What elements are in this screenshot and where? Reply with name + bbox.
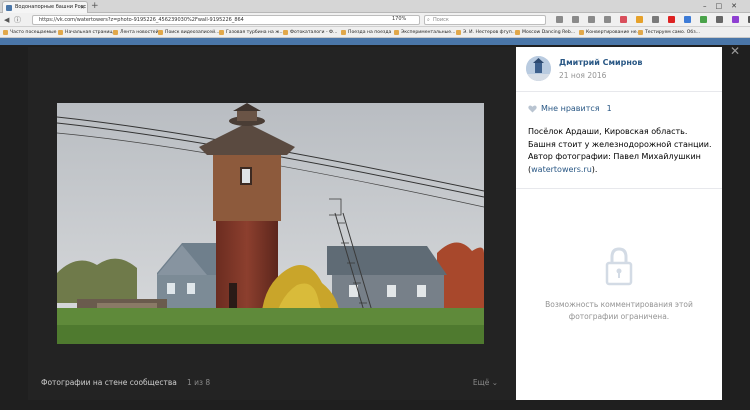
like-button[interactable]: Мне нравится 1 xyxy=(528,104,612,113)
browser-tab-bar: Водонапорные башни Росс ✕ + –□✕ xyxy=(0,0,750,13)
vk-favicon-icon xyxy=(6,5,12,11)
bookmark-item[interactable]: Поиск видеозаписей... xyxy=(158,28,219,37)
bookmark-item[interactable]: Moscow Dancing Reb... xyxy=(515,28,575,37)
addon-icon[interactable] xyxy=(716,16,723,23)
extension-icon[interactable] xyxy=(636,16,643,23)
heart-icon xyxy=(528,104,537,113)
like-count: 1 xyxy=(606,104,612,113)
bookmarks-bar: Часто посещаемые Начальная страница Лент… xyxy=(0,27,750,38)
bookmark-item[interactable]: Лента новостей xyxy=(113,28,159,37)
sync-icon[interactable] xyxy=(684,16,691,23)
description-line: Башня стоит у железнодорожной станции. xyxy=(528,139,712,149)
browser-tab[interactable]: Водонапорные башни Росс ✕ xyxy=(2,1,88,13)
toolbar-icons xyxy=(556,16,750,25)
bookmark-item[interactable]: Газовая турбина на ж... xyxy=(219,28,284,37)
reader-icon[interactable] xyxy=(572,16,579,23)
window-controls[interactable]: –□✕ xyxy=(703,0,746,12)
album-caption-link[interactable]: Фотографии на стене сообщества xyxy=(41,378,177,387)
author-name[interactable]: Дмитрий Смирнов xyxy=(559,58,642,67)
description-line: (watertowers.ru). xyxy=(528,164,714,177)
new-tab-icon[interactable]: + xyxy=(91,0,99,12)
avatar-image xyxy=(526,56,551,81)
browser-nav-bar: ◀ ⓘ https://vk.com/watertowers?z=photo-9… xyxy=(0,13,750,27)
address-bar[interactable]: https://vk.com/watertowers?z=photo-91952… xyxy=(32,15,420,25)
search-icon: ⌕ xyxy=(427,17,430,23)
adblock-icon[interactable] xyxy=(668,16,675,23)
info-icon[interactable]: ⓘ xyxy=(14,16,21,24)
water-tower-photo xyxy=(57,103,484,344)
photo-image[interactable] xyxy=(57,103,484,344)
divider xyxy=(516,91,722,92)
bookmark-item[interactable]: Экспериментальные... xyxy=(394,28,456,37)
chevron-down-icon: ⌄ xyxy=(491,378,498,387)
pocket-icon[interactable] xyxy=(620,16,627,23)
star-icon[interactable] xyxy=(556,16,563,23)
tab-title: Водонапорные башни Росс xyxy=(15,4,87,10)
post-date[interactable]: 21 ноя 2016 xyxy=(559,71,606,80)
url-text: https://vk.com/watertowers?z=photo-91952… xyxy=(39,17,244,23)
download-icon[interactable] xyxy=(588,16,595,23)
browser-search-input[interactable]: ⌕ Поиск xyxy=(424,15,546,25)
bookmark-item[interactable]: Э. И. Нестеров фгуп... xyxy=(456,28,516,37)
extension-green-icon[interactable] xyxy=(700,16,707,23)
home-icon[interactable] xyxy=(604,16,611,23)
bookmark-item[interactable]: Начальная страница xyxy=(58,28,115,37)
bookmark-item[interactable]: Поезда на поезда xyxy=(341,28,391,37)
search-placeholder: Поиск xyxy=(433,17,449,23)
back-icon[interactable]: ◀ xyxy=(4,16,9,24)
paren-close: ). xyxy=(591,164,598,174)
extension-purple-icon[interactable] xyxy=(732,16,739,23)
watertowers-link[interactable]: watertowers.ru xyxy=(531,165,592,174)
avatar[interactable] xyxy=(526,56,551,81)
photo-info-panel: Дмитрий Смирнов 21 ноя 2016 Мне нравится… xyxy=(516,47,722,400)
photo-viewer: Фотографии на стене сообщества 1 из 8 Ещ… xyxy=(28,47,516,400)
shield-icon[interactable] xyxy=(652,16,659,23)
vk-header xyxy=(0,38,750,45)
close-viewer-icon[interactable]: ✕ xyxy=(730,44,740,58)
more-label: Ещё xyxy=(472,378,490,387)
bookmark-item[interactable]: Фотокаталоги - Ф... xyxy=(283,28,337,37)
more-button[interactable]: Ещё ⌄ xyxy=(473,378,498,387)
bookmark-item[interactable]: Конвертирование не... xyxy=(579,28,641,37)
photo-counter: 1 из 8 xyxy=(187,378,211,387)
comments-restricted-text: Возможность комментирования этой фотогра… xyxy=(545,300,693,321)
bookmark-item[interactable]: Тестируем само. Обз... xyxy=(638,28,700,37)
like-label: Мне нравится xyxy=(541,104,600,113)
divider xyxy=(516,188,722,189)
photo-description: Посёлок Ардаши, Кировская область. Башня… xyxy=(528,126,714,176)
lock-icon xyxy=(605,247,633,286)
tab-close-icon[interactable]: ✕ xyxy=(80,2,85,13)
description-line: Автор фотографии: Павел Михайлушкин xyxy=(528,152,701,161)
zoom-level[interactable]: 170% xyxy=(392,16,406,22)
description-line: Посёлок Ардаши, Кировская область. xyxy=(528,127,688,136)
bookmark-item[interactable]: Часто посещаемые xyxy=(3,28,57,37)
